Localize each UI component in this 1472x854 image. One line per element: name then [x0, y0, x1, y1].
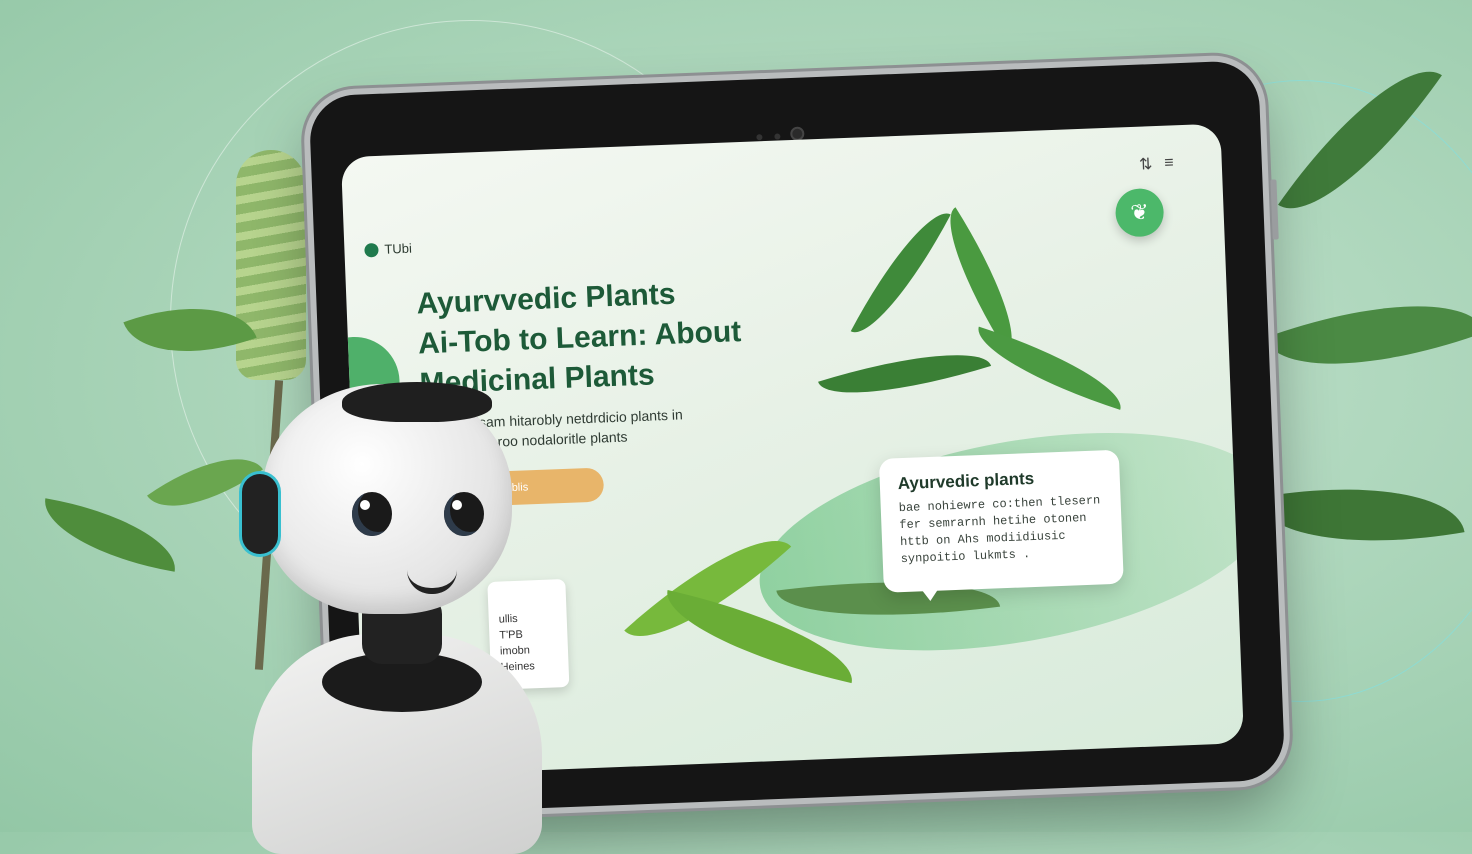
plant-leaf — [967, 326, 1132, 410]
leaf-action-button[interactable]: ❦ — [1114, 187, 1165, 238]
plant-leaf — [818, 331, 992, 417]
robot-eye-right — [444, 492, 484, 536]
brand[interactable]: TUbi — [364, 241, 412, 258]
robot-mouth — [407, 570, 457, 594]
robot-head-cap — [342, 382, 492, 422]
plant-leaf — [850, 198, 951, 348]
sort-toggle-icon[interactable]: ⇅ — [1139, 154, 1153, 174]
robot-eye-left — [352, 492, 392, 536]
menu-icon[interactable]: ≡ — [1164, 154, 1174, 172]
top-right-controls: ⇅ ≡ — [1139, 153, 1174, 174]
leaf-icon: ❦ — [1129, 199, 1150, 226]
plant-leaf — [36, 498, 184, 572]
brand-logo-icon — [364, 242, 379, 257]
robot-head — [262, 382, 512, 614]
brand-name: TUbi — [384, 240, 413, 257]
tablet-camera — [750, 123, 870, 141]
plant-flower-spike — [236, 150, 306, 380]
robot-mascot — [232, 382, 572, 854]
robot-headphone — [242, 474, 278, 554]
info-card-body: bae nohiewre co:then tlesern fer semrarn… — [898, 492, 1104, 568]
info-card-pointer — [919, 586, 941, 602]
info-card: Ayurvedic plants bae nohiewre co:then tl… — [878, 449, 1124, 593]
info-card-title: Ayurvedic plants — [897, 468, 1035, 494]
